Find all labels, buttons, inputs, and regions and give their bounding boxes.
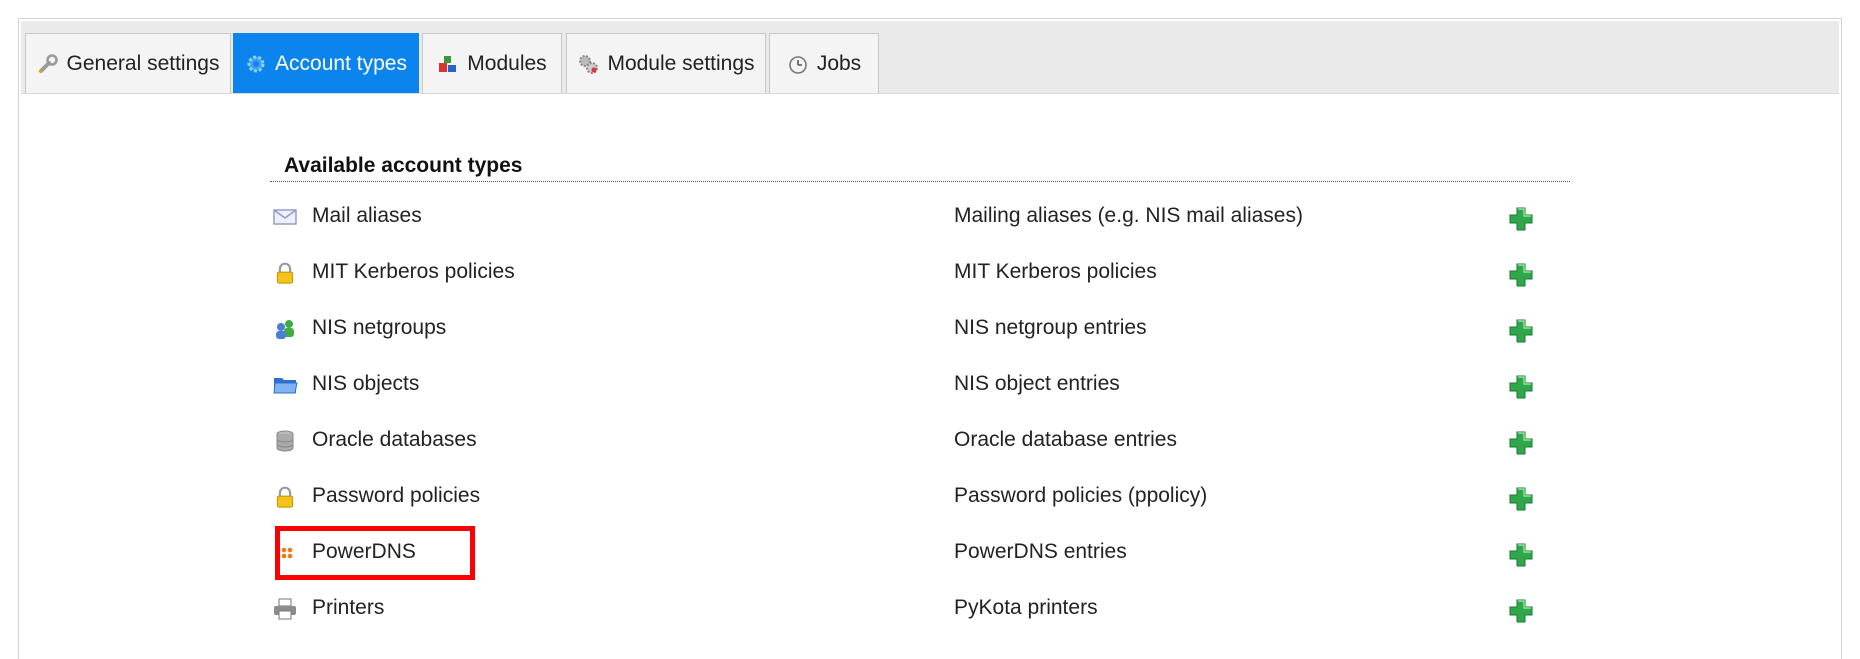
tab-jobs[interactable]: Jobs <box>769 33 879 93</box>
tab-modules[interactable]: Modules <box>422 33 562 93</box>
account-type-name: Printers <box>312 596 385 619</box>
folder-icon <box>272 374 298 396</box>
add-icon[interactable] <box>1508 206 1534 232</box>
list-item: Mail aliases Mailing aliases (e.g. NIS m… <box>270 192 1570 240</box>
add-icon[interactable] <box>1508 598 1534 624</box>
list-item: Printers PyKota printers <box>270 584 1570 632</box>
add-icon[interactable] <box>1508 318 1534 344</box>
wrench-icon <box>37 53 59 75</box>
add-icon[interactable] <box>1508 374 1534 400</box>
account-type-description: PowerDNS entries <box>954 540 1127 563</box>
add-icon[interactable] <box>1508 486 1534 512</box>
add-icon[interactable] <box>1508 262 1534 288</box>
account-type-name: NIS objects <box>312 372 420 395</box>
highlight-box <box>275 526 475 580</box>
gear-icon <box>245 53 267 75</box>
account-type-name: Mail aliases <box>312 204 422 227</box>
lock-icon <box>272 262 298 284</box>
list-item: MIT Kerberos policies MIT Kerberos polic… <box>270 248 1570 296</box>
tab-label: Modules <box>467 51 547 75</box>
list-item: NIS netgroups NIS netgroup entries <box>270 304 1570 352</box>
users-icon <box>272 318 298 340</box>
add-icon[interactable] <box>1508 542 1534 568</box>
tab-bar: General settings Account types Modules M… <box>21 21 1839 94</box>
section-title: Available account types <box>284 154 523 177</box>
tab-general-settings[interactable]: General settings <box>25 33 231 93</box>
tab-account-types[interactable]: Account types <box>233 33 419 93</box>
lock-icon <box>272 486 298 508</box>
list-item: Oracle databases Oracle database entries <box>270 416 1570 464</box>
account-type-name: Oracle databases <box>312 428 477 451</box>
tab-label: Account types <box>275 51 407 75</box>
envelope-icon <box>272 206 298 228</box>
list-item: Password policies Password policies (ppo… <box>270 472 1570 520</box>
account-type-name: NIS netgroups <box>312 316 447 339</box>
account-type-description: Oracle database entries <box>954 428 1177 451</box>
tab-label: General settings <box>66 51 220 75</box>
tab-label: Jobs <box>816 51 862 75</box>
clock-icon <box>787 53 809 75</box>
add-icon[interactable] <box>1508 430 1534 456</box>
tab-label: Module settings <box>607 51 755 75</box>
blocks-icon <box>437 53 459 75</box>
tab-module-settings[interactable]: Module settings <box>566 33 766 93</box>
account-type-description: NIS netgroup entries <box>954 316 1147 339</box>
database-icon <box>272 430 298 452</box>
account-type-name: MIT Kerberos policies <box>312 260 515 283</box>
account-type-name: Password policies <box>312 484 481 507</box>
account-type-description: PyKota printers <box>954 596 1098 619</box>
account-type-description: NIS object entries <box>954 372 1120 395</box>
section-divider <box>270 181 1570 182</box>
account-type-description: Mailing aliases (e.g. NIS mail aliases) <box>954 204 1303 227</box>
account-type-description: Password policies (ppolicy) <box>954 484 1208 507</box>
list-item: NIS objects NIS object entries <box>270 360 1570 408</box>
gears-icon <box>577 53 599 75</box>
account-type-description: MIT Kerberos policies <box>954 260 1157 283</box>
printer-icon <box>272 598 298 620</box>
